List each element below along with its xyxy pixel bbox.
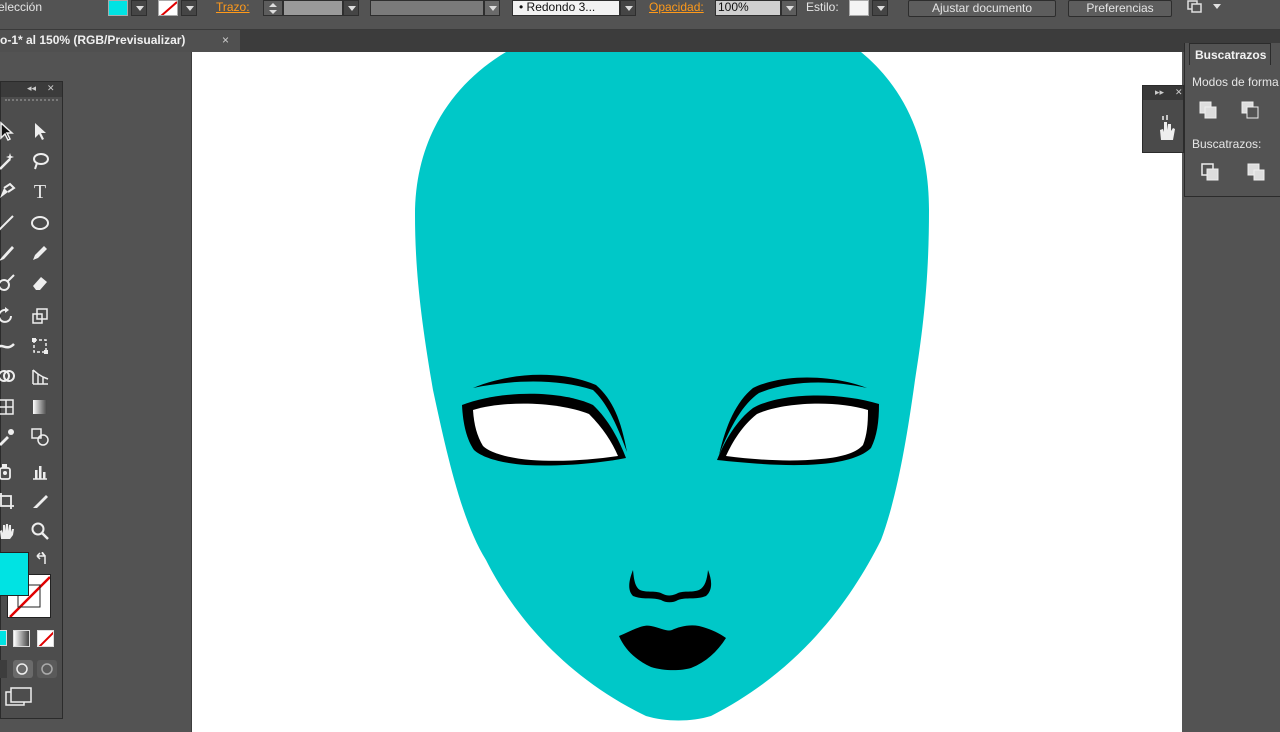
pathfinders-label: Buscatrazos: bbox=[1192, 137, 1262, 151]
trim-icon[interactable] bbox=[1245, 161, 1267, 183]
stepper-arrows-icon bbox=[269, 3, 277, 14]
illustrator-window: elección Trazo: • Redondo 3... Opacidad:… bbox=[0, 0, 1280, 732]
opacity-label[interactable]: Opacidad: bbox=[649, 0, 704, 14]
variable-width-dropdown[interactable] bbox=[484, 0, 500, 16]
draw-inside-icon bbox=[41, 663, 53, 675]
collapsed-panel-dock: ▸▸ ✕ bbox=[1142, 85, 1184, 153]
artboard-tool-icon[interactable] bbox=[0, 488, 19, 514]
arrange-icon bbox=[1187, 0, 1221, 13]
stroke-weight-field[interactable] bbox=[283, 0, 343, 16]
none-slash-icon bbox=[38, 631, 53, 646]
grip-handle[interactable] bbox=[5, 99, 58, 107]
pencil-tool-icon[interactable] bbox=[27, 240, 53, 266]
stroke-weight-dropdown[interactable] bbox=[343, 0, 359, 16]
fill-dropdown[interactable] bbox=[131, 0, 147, 16]
brush-definition-field[interactable]: • Redondo 3... bbox=[512, 0, 620, 16]
eraser-tool-icon[interactable] bbox=[27, 270, 53, 296]
opacity-flyout-button[interactable] bbox=[781, 0, 797, 16]
stroke-label[interactable]: Trazo: bbox=[216, 0, 250, 14]
tools-panel-header[interactable]: ◂◂ ✕ bbox=[1, 82, 62, 97]
document-tab-bar: o-1* al 150% (RGB/Previsualizar) × bbox=[0, 30, 1280, 52]
style-label: Estilo: bbox=[806, 0, 839, 14]
width-tool-icon[interactable] bbox=[0, 333, 19, 359]
face-shape bbox=[415, 52, 929, 721]
pathfinder-panel: Buscatrazos Modos de forma Buscatrazos: bbox=[1184, 43, 1280, 197]
fit-document-button[interactable]: Ajustar documento bbox=[908, 0, 1056, 17]
screen-mode-icon bbox=[5, 687, 32, 706]
shape-modes-label: Modos de forma bbox=[1192, 75, 1279, 89]
tools-panel: ◂◂ ✕ T bbox=[0, 81, 63, 719]
minidock-header[interactable]: ▸▸ ✕ bbox=[1143, 86, 1183, 100]
draw-inside-button[interactable] bbox=[37, 660, 57, 678]
graphic-style-dropdown[interactable] bbox=[872, 0, 888, 16]
brush-definition-dropdown[interactable] bbox=[620, 0, 636, 16]
paintbrush-tool-icon[interactable] bbox=[0, 240, 19, 266]
swap-colors-icon[interactable] bbox=[35, 551, 49, 566]
scale-tool-icon[interactable] bbox=[27, 303, 53, 329]
blend-tool-icon[interactable] bbox=[27, 424, 53, 450]
opacity-field[interactable]: 100% bbox=[715, 0, 781, 16]
close-dock-icon[interactable]: ✕ bbox=[1175, 87, 1183, 98]
none-mode-button[interactable] bbox=[37, 630, 54, 647]
close-panel-icon[interactable]: ✕ bbox=[47, 83, 55, 94]
eyedropper-tool-icon[interactable] bbox=[0, 424, 19, 450]
artboard[interactable] bbox=[191, 52, 1182, 732]
draw-behind-button[interactable] bbox=[13, 660, 33, 678]
control-bar: elección Trazo: • Redondo 3... Opacidad:… bbox=[0, 0, 1280, 30]
lasso-tool-icon[interactable] bbox=[27, 148, 53, 174]
graphic-style-swatch[interactable] bbox=[849, 0, 869, 16]
column-graph-tool-icon[interactable] bbox=[27, 458, 53, 484]
collapse-icon[interactable]: ◂◂ bbox=[27, 83, 36, 94]
draw-behind-icon bbox=[16, 663, 28, 675]
mesh-tool-icon[interactable] bbox=[0, 394, 19, 420]
divide-icon[interactable] bbox=[1199, 161, 1221, 183]
blob-brush-tool-icon[interactable] bbox=[0, 270, 19, 296]
line-tool-icon[interactable] bbox=[0, 210, 19, 236]
free-transform-tool-icon[interactable] bbox=[27, 333, 53, 359]
zoom-tool-icon[interactable] bbox=[27, 518, 53, 544]
color-mode-button[interactable] bbox=[0, 630, 7, 646]
fill-swatch[interactable] bbox=[108, 0, 128, 16]
hand-tool-icon[interactable] bbox=[0, 518, 19, 544]
type-tool-icon[interactable]: T bbox=[27, 179, 53, 205]
gradient-tool-icon[interactable] bbox=[27, 394, 53, 420]
stroke-swatch[interactable] bbox=[158, 0, 178, 16]
close-tab-icon[interactable]: × bbox=[222, 30, 229, 50]
shape-builder-tool-icon[interactable] bbox=[0, 363, 19, 389]
draw-normal-button[interactable] bbox=[0, 660, 7, 678]
rotate-tool-icon[interactable] bbox=[0, 303, 19, 329]
document-tab[interactable]: o-1* al 150% (RGB/Previsualizar) × bbox=[0, 30, 240, 52]
variable-width-field[interactable] bbox=[370, 0, 484, 16]
stroke-weight-stepper[interactable] bbox=[263, 0, 283, 16]
arrange-documents-button[interactable] bbox=[1186, 0, 1226, 16]
face-artwork[interactable] bbox=[192, 52, 1182, 732]
direct-selection-tool-icon[interactable] bbox=[27, 118, 53, 144]
pathfinder-tab[interactable]: Buscatrazos bbox=[1189, 43, 1271, 65]
ellipse-tool-icon[interactable] bbox=[27, 210, 53, 236]
pen-tool-icon[interactable] bbox=[0, 179, 19, 205]
unite-icon[interactable] bbox=[1197, 99, 1219, 121]
magic-wand-tool-icon[interactable] bbox=[0, 148, 19, 174]
document-tab-title: o-1* al 150% (RGB/Previsualizar) bbox=[0, 33, 186, 47]
preferences-button[interactable]: Preferencias bbox=[1068, 0, 1172, 17]
touch-type-tool-icon[interactable] bbox=[1155, 112, 1179, 142]
screen-mode-button[interactable] bbox=[5, 686, 35, 708]
selection-tool-icon[interactable] bbox=[0, 118, 19, 144]
expand-panels-icon[interactable]: ▸▸ bbox=[1155, 87, 1164, 98]
perspective-grid-tool-icon[interactable] bbox=[27, 363, 53, 389]
selection-label: elección bbox=[0, 0, 43, 14]
none-slash-icon bbox=[160, 1, 177, 15]
stroke-dropdown[interactable] bbox=[181, 0, 197, 16]
minus-front-icon[interactable] bbox=[1239, 99, 1261, 121]
slice-tool-icon[interactable] bbox=[27, 488, 53, 514]
fill-color-box-front[interactable] bbox=[0, 552, 29, 596]
symbol-sprayer-tool-icon[interactable] bbox=[0, 458, 19, 484]
gradient-mode-button[interactable] bbox=[13, 630, 30, 647]
